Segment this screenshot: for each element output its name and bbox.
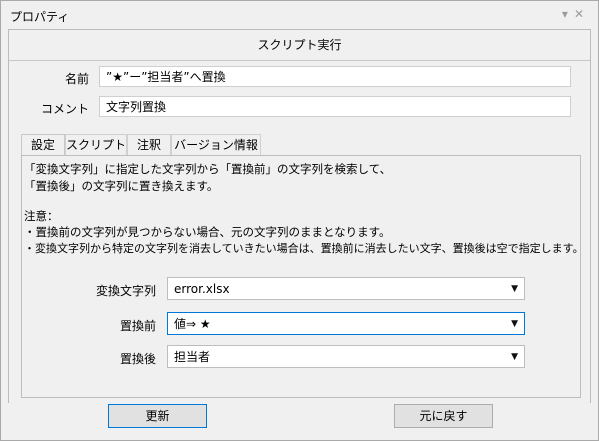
comment-field[interactable]: 文字列置換: [99, 96, 571, 117]
comment-label: コメント: [40, 102, 89, 116]
note-line-1: ・置換前の文字列が見つからない場合、元の文字列のままとなります。: [24, 225, 391, 239]
name-field[interactable]: ”★”ー”担当者”へ置換: [99, 66, 571, 87]
title-bar-controls[interactable]: ▾✕: [562, 7, 590, 21]
replace-before-select[interactable]: 値⇒ ★ ▼: [167, 312, 525, 335]
description-line-2: 「置換後」の文字列に置き換えます。: [24, 179, 219, 193]
window-title: プロパティ: [10, 10, 70, 24]
description-line-1: 「変換文字列」に指定した文字列から「置換前」の文字列を検索して、: [24, 162, 392, 176]
tab-settings[interactable]: 設定: [21, 134, 65, 155]
title-bar: プロパティ ▾✕: [1, 1, 598, 29]
replace-after-value: 担当者: [174, 350, 211, 364]
note-line-2: ・変換文字列から特定の文字列を消去していきたい場合は、置換前に消去したい文字、置…: [24, 242, 584, 255]
settings-panel: 「変換文字列」に指定した文字列から「置換前」の文字列を検索して、 「置換後」の文…: [21, 155, 584, 398]
name-label: 名前: [64, 72, 89, 86]
tab-script[interactable]: スクリプト: [65, 134, 127, 155]
properties-window: プロパティ ▾✕ スクリプト実行 名前 ”★”ー”担当者”へ置換 コメント 文字…: [0, 0, 599, 441]
close-icon[interactable]: ✕: [574, 7, 590, 21]
tab-notes[interactable]: 注釈: [127, 134, 171, 155]
conversion-string-value: error.xlsx: [174, 282, 230, 296]
replace-before-label: 置換前: [119, 319, 156, 333]
replace-after-label: 置換後: [119, 352, 156, 366]
tab-version-info[interactable]: バージョン情報: [171, 134, 261, 155]
chevron-down-icon[interactable]: ▼: [511, 346, 518, 369]
button-bar: [1, 403, 598, 440]
replace-before-value: 値⇒ ★: [174, 317, 211, 331]
update-button[interactable]: 更新: [108, 404, 207, 428]
note-title: 注意：: [24, 209, 59, 223]
chevron-down-icon[interactable]: ▼: [511, 313, 518, 336]
panel-title: スクリプト実行: [9, 30, 590, 61]
conversion-string-select[interactable]: error.xlsx ▼: [167, 277, 525, 300]
chevron-down-icon[interactable]: ▼: [511, 278, 518, 301]
properties-panel: スクリプト実行 名前 ”★”ー”担当者”へ置換 コメント 文字列置換 設定 スク…: [8, 29, 591, 405]
replace-after-select[interactable]: 担当者 ▼: [167, 345, 525, 368]
conversion-string-label: 変換文字列: [95, 284, 156, 298]
revert-button[interactable]: 元に戻す: [394, 404, 493, 428]
dropdown-icon[interactable]: ▾: [562, 7, 574, 21]
